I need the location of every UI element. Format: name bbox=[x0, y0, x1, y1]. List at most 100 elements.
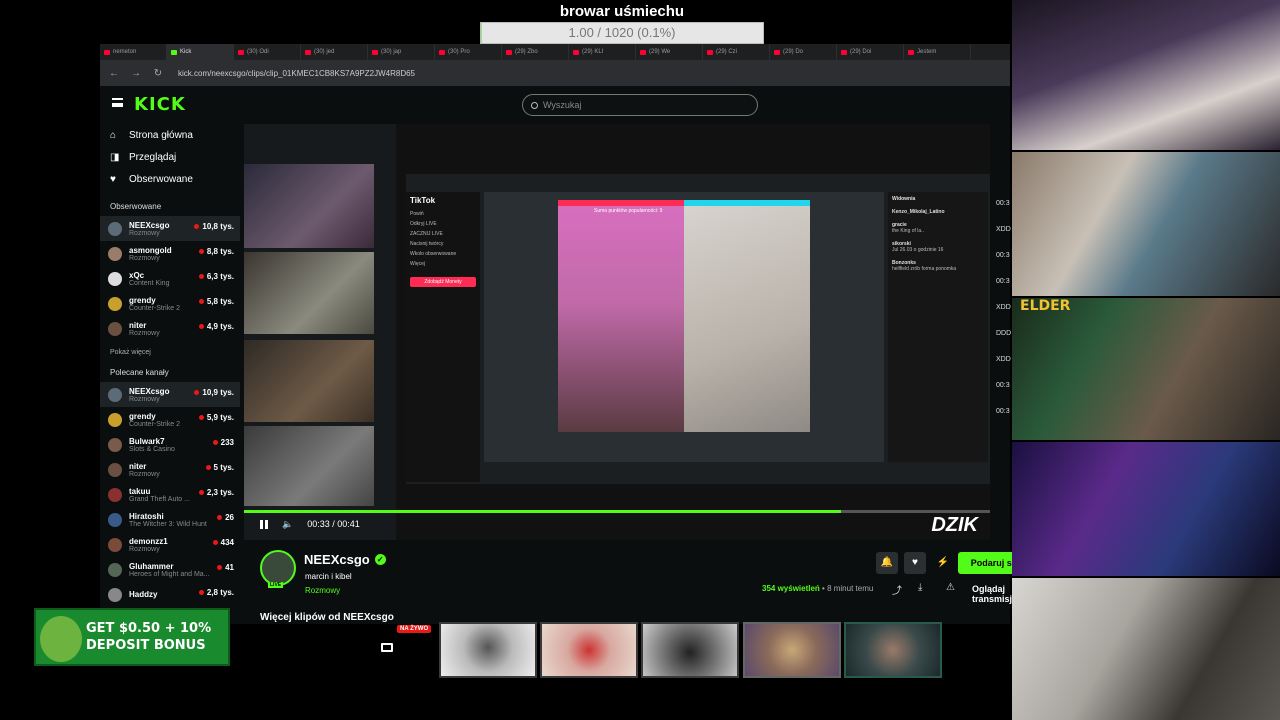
webcam-guest-1 bbox=[1012, 152, 1280, 296]
deposit-bonus-banner[interactable]: GET $0.50 + 10% DEPOSIT BONUS bbox=[34, 608, 230, 666]
channel-item[interactable]: niter Rozmowy 5 tys. bbox=[100, 457, 240, 482]
live-dot-icon bbox=[217, 515, 223, 520]
browser-tab[interactable]: (29) KLI bbox=[569, 44, 636, 60]
browser-tab[interactable]: Kick bbox=[167, 44, 234, 60]
battle-left-video bbox=[558, 200, 684, 432]
download-icon[interactable]: ⤓ bbox=[918, 582, 922, 593]
viewer-count: 2,3 tys. bbox=[198, 488, 234, 497]
verified-icon: ✓ bbox=[374, 554, 386, 565]
tiktok-sidebar: TikTok Powiń Odkryj LIVE ZACZNIJ LIVE Nacis… bbox=[406, 192, 480, 482]
live-badge: LIVE bbox=[268, 582, 284, 588]
viewer-count: 4,9 tys. bbox=[198, 322, 234, 331]
goal-title: browar uśmiechu bbox=[559, 3, 685, 20]
followed-list: NEEXcsgo Rozmowy 10,8 tys. asmongold Rozmowy… bbox=[100, 216, 240, 341]
sidebar-nav-label: Przeglądaj bbox=[129, 151, 177, 163]
menu-icon[interactable] bbox=[112, 98, 123, 107]
browser-tab[interactable]: (29) We bbox=[636, 44, 703, 60]
browser-tab[interactable]: nemeton bbox=[100, 44, 167, 60]
tiktok-nav-item: Więcej bbox=[410, 261, 426, 267]
recommended-title: Polecane kanały bbox=[110, 368, 169, 377]
views-count: 354 wyświetleń bbox=[762, 584, 820, 593]
home-icon: ⌂ bbox=[110, 129, 117, 141]
live-dot-icon bbox=[198, 415, 204, 420]
browser-tab[interactable]: (30) jed bbox=[301, 44, 368, 60]
viewer-count: 233 bbox=[212, 438, 234, 447]
url-field[interactable]: kick.com/neexcsgo/clips/clip_01KMEC1CB8K… bbox=[178, 69, 415, 78]
streamer-name-row: NEEXcsgo ✓ bbox=[304, 552, 386, 567]
sidebar-nav-item[interactable]: ⌂ Strona główna bbox=[100, 124, 240, 146]
clip-time: 00:33 / 00:41 bbox=[307, 519, 360, 529]
youtube-favicon-icon bbox=[506, 49, 512, 55]
clip-progress-track[interactable] bbox=[244, 510, 990, 513]
viewer-count: 5,9 tys. bbox=[198, 413, 234, 422]
channel-item[interactable]: Haddzy 2,8 tys. bbox=[100, 582, 240, 607]
chat-message: Bonzonks hellfield zrób forma ponomka bbox=[892, 260, 984, 272]
streamer-name[interactable]: NEEXcsgo bbox=[304, 552, 370, 567]
streamer-avatar[interactable] bbox=[260, 550, 296, 586]
youtube-favicon-icon bbox=[372, 49, 378, 55]
browser-tab-label: nemeton bbox=[113, 49, 137, 55]
bonus-text: GET $0.50 + 10% DEPOSIT BONUS bbox=[86, 620, 211, 654]
bell-icon[interactable]: 🔔 bbox=[876, 552, 898, 574]
browser-tab[interactable]: (29) Czi bbox=[703, 44, 770, 60]
side-chat-entry: XDD bbox=[996, 304, 1011, 311]
channel-item[interactable]: demonzz1 Rozmowy 434 bbox=[100, 532, 240, 557]
youtube-favicon-icon bbox=[841, 49, 847, 55]
browser-tab[interactable]: (30) jap bbox=[368, 44, 435, 60]
channel-avatar bbox=[108, 512, 122, 527]
watch-stream-link[interactable]: Oglądaj transmisję bbox=[972, 584, 1017, 604]
chat-message: Kenzo_Mikolaj_Latino bbox=[892, 209, 984, 215]
channel-item[interactable]: asmongold Rozmowy 8,8 tys. bbox=[100, 241, 240, 266]
channel-item[interactable]: Gluhammer Heroes of Might and Ma... 41 bbox=[100, 557, 240, 582]
channel-avatar bbox=[108, 296, 122, 311]
browser-tab[interactable]: (29) Doi bbox=[837, 44, 904, 60]
chat-message: gracie the King of la.. bbox=[892, 222, 984, 234]
chat-user: Widownia bbox=[892, 196, 916, 202]
kick-logo[interactable]: KICK bbox=[134, 94, 186, 115]
sidebar-nav-item[interactable]: ◨ Przeglądaj bbox=[100, 146, 240, 168]
browser-tab[interactable]: Jestem bbox=[904, 44, 971, 60]
viewer-count: 8,8 tys. bbox=[198, 247, 234, 256]
elder-logo: ELDER bbox=[1020, 298, 1071, 314]
webcam-tile bbox=[244, 164, 374, 248]
channel-item[interactable]: NEEXcsgo Rozmowy 10,8 tys. bbox=[100, 216, 240, 241]
channel-item[interactable]: niter Rozmowy 4,9 tys. bbox=[100, 316, 240, 341]
sidebar-nav-item[interactable]: ♥ Obserwowane bbox=[100, 168, 240, 190]
report-icon[interactable]: ⚠ bbox=[946, 582, 955, 593]
browser-tab[interactable]: (30) Pro bbox=[435, 44, 502, 60]
youtube-favicon-icon bbox=[774, 49, 780, 55]
search-input[interactable]: Wyszukaj bbox=[522, 94, 758, 116]
volume-icon[interactable]: 🔈 bbox=[282, 519, 293, 530]
channel-item[interactable]: grendy Counter-Strike 2 5,8 tys. bbox=[100, 291, 240, 316]
bolt-icon[interactable]: ⚡ bbox=[932, 552, 954, 574]
browser-tab[interactable]: (29) Zbo bbox=[502, 44, 569, 60]
monitor-icon bbox=[381, 643, 393, 652]
channel-item[interactable]: grendy Counter-Strike 2 5,9 tys. bbox=[100, 407, 240, 432]
forward-icon[interactable]: → bbox=[128, 68, 144, 79]
heart-icon[interactable]: ♥ bbox=[904, 552, 926, 574]
reload-icon[interactable]: ↻ bbox=[150, 68, 166, 79]
tiktok-nav-item: ZACZNIJ LIVE bbox=[410, 231, 443, 237]
browser-tab-label: Jestem bbox=[917, 49, 937, 55]
browser-tab[interactable]: (30) Odi bbox=[234, 44, 301, 60]
share-icon[interactable]: ⤴ bbox=[892, 582, 902, 597]
browser-tab[interactable]: (29) Do bbox=[770, 44, 837, 60]
channel-item[interactable]: NEEXcsgo Rozmowy 10,9 tys. bbox=[100, 382, 240, 407]
sidebar: ⌂ Strona główna ◨ Przeglądaj ♥ Obserwowane Ob… bbox=[100, 124, 240, 624]
channel-item[interactable]: takuu Grand Theft Auto ... 2,3 tys. bbox=[100, 482, 240, 507]
viewer-count: 6,3 tys. bbox=[198, 272, 234, 281]
clip-category[interactable]: Rozmowy bbox=[305, 586, 340, 595]
followed-title: Obserwowane bbox=[110, 202, 162, 211]
channel-item[interactable]: xQc Content King 6,3 tys. bbox=[100, 266, 240, 291]
recommended-list: NEEXcsgo Rozmowy 10,9 tys. grendy Counter-St… bbox=[100, 382, 240, 607]
kick-header: KICK Wyszukaj bbox=[100, 86, 1010, 122]
pause-icon[interactable] bbox=[260, 519, 268, 529]
viewer-count: 41 bbox=[217, 563, 234, 572]
back-icon[interactable]: ← bbox=[106, 68, 122, 79]
channel-avatar bbox=[108, 537, 122, 552]
show-more-link[interactable]: Pokaż więcej bbox=[100, 349, 240, 356]
channel-item[interactable]: Bulwark7 Slots & Casino 233 bbox=[100, 432, 240, 457]
browser-tab-label: (29) Doi bbox=[850, 49, 872, 55]
clip-player[interactable]: TikTok Powiń Odkryj LIVE ZACZNIJ LIVE Nacis… bbox=[244, 124, 990, 540]
channel-item[interactable]: Hiratoshi The Witcher 3: Wild Hunt 26 bbox=[100, 507, 240, 532]
